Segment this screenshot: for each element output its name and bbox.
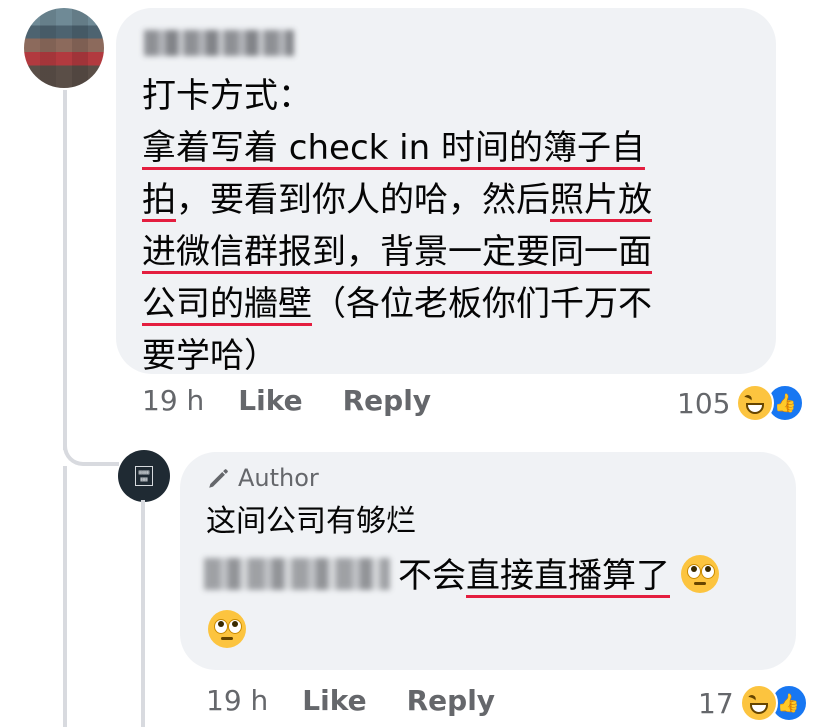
comment-line: 要学哈） — [142, 336, 278, 376]
reply-text-line — [208, 610, 246, 648]
comment-text: 打卡方式： 拿着写着 check in 时间的簿子自 拍，要看到你人的哈，然后照… — [142, 70, 762, 382]
reply-actions: 19 h Like Reply — [206, 684, 535, 717]
haha-emoji-icon — [739, 684, 778, 722]
reply-button[interactable]: Reply — [343, 384, 431, 417]
thread-connector — [63, 418, 119, 466]
author-badge-label: Author — [238, 464, 319, 492]
reply-button[interactable]: Reply — [407, 684, 495, 717]
spellcheck-underline-text: 拍 — [142, 180, 176, 220]
commenter-avatar[interactable] — [24, 8, 104, 88]
thread-line — [141, 500, 145, 727]
author-avatar[interactable]: ▦▦▦ ▦▦ — [118, 450, 170, 502]
comment-line: 拿着写着 check in 时间的簿子自 — [142, 122, 762, 174]
reply-text-line: 不会直接直播算了 — [398, 550, 719, 602]
comment-actions: 19 h Like Reply — [142, 384, 471, 417]
mentioned-name-redacted[interactable] — [204, 558, 390, 590]
commenter-name-redacted[interactable] — [144, 30, 294, 56]
haha-emoji-icon — [736, 384, 775, 422]
like-button[interactable]: Like — [238, 384, 302, 417]
reaction-summary[interactable]: 17 👍 — [698, 684, 808, 722]
pencil-icon — [209, 469, 228, 488]
comment-timestamp[interactable]: 19 h — [142, 384, 204, 417]
thread-line — [63, 466, 67, 727]
comment-line: 公司的牆壁（各位老板你们千万不 — [142, 278, 762, 330]
reply-timestamp[interactable]: 19 h — [206, 684, 268, 717]
comment-line: 拍，要看到你人的哈，然后照片放 — [142, 174, 762, 226]
spellcheck-underline-text: 照片放 — [550, 180, 652, 220]
reaction-count: 105 — [677, 386, 731, 420]
comment-text-fragment: （各位老板你们千万不 — [312, 284, 652, 324]
reply-text-fragment: 不会 — [398, 556, 466, 596]
spellcheck-underline-text: 拿着写着 check in 时间的簿子自 — [142, 128, 645, 168]
eye-roll-emoji-icon — [208, 610, 246, 648]
reply-text-line: 这间公司有够烂 — [206, 504, 416, 539]
comment-line: 打卡方式： — [142, 76, 312, 116]
spellcheck-underline-text: 进微信群报到，背景一定要同一面 — [142, 232, 652, 272]
comment-text-fragment: ，要看到你人的哈，然后 — [176, 180, 550, 220]
thread-line — [63, 90, 67, 450]
comment-line: 进微信群报到，背景一定要同一面 — [142, 226, 762, 278]
like-button[interactable]: Like — [302, 684, 366, 717]
spellcheck-underline-text: 公司的牆壁 — [142, 284, 312, 324]
author-badge: Author — [206, 464, 319, 492]
spellcheck-underline-text: 直接直播算了 — [466, 556, 670, 596]
reaction-summary[interactable]: 105 👍 — [677, 384, 805, 422]
page-logo-icon: ▦▦▦ ▦▦ — [134, 466, 154, 486]
eye-roll-emoji-icon — [680, 555, 719, 593]
reaction-count: 17 — [698, 686, 734, 720]
